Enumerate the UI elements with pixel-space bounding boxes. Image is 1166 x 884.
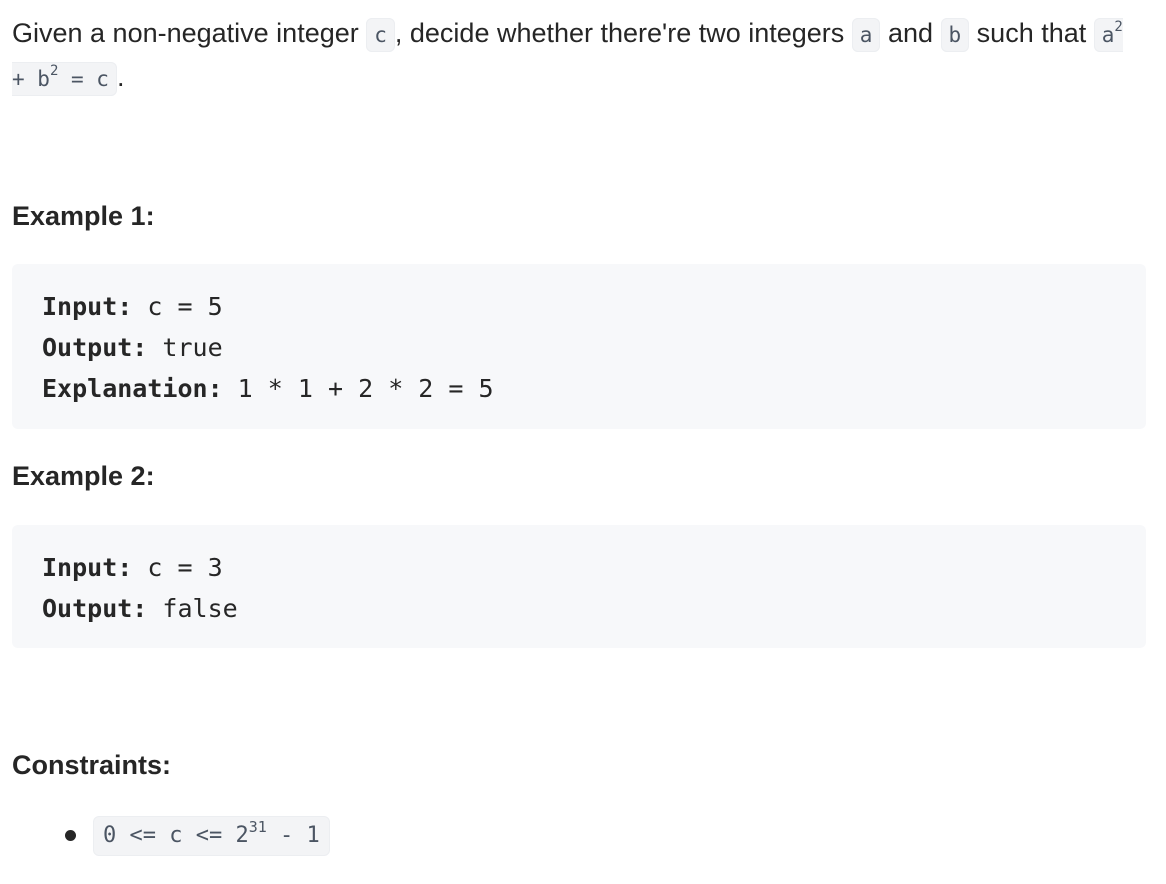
example-1-input-line: Input: c = 5 bbox=[42, 286, 1116, 327]
constraint-suffix: - 1 bbox=[266, 823, 320, 848]
example-1-explanation-line: Explanation: 1 * 1 + 2 * 2 = 5 bbox=[42, 368, 1116, 409]
example-2-block: Input: c = 3 Output: false bbox=[12, 525, 1146, 648]
example-1-block: Input: c = 5 Output: true Explanation: 1… bbox=[12, 264, 1146, 429]
equation-a-exponent: 2 bbox=[1114, 19, 1123, 35]
bullet-icon bbox=[65, 830, 76, 841]
constraints-list: 0 <= c <= 231 - 1 bbox=[12, 816, 1146, 856]
output-value: true bbox=[147, 333, 223, 362]
input-value: c = 5 bbox=[132, 292, 223, 321]
statement-text: . bbox=[116, 62, 125, 92]
explanation-value: 1 * 1 + 2 * 2 = 5 bbox=[222, 374, 494, 403]
output-label: Output: bbox=[42, 594, 148, 623]
constraints-heading: Constraints: bbox=[12, 750, 172, 780]
example-2-output-line: Output: false bbox=[42, 588, 1116, 629]
example-2-input-line: Input: c = 3 bbox=[42, 547, 1116, 588]
constraint-code: 0 <= c <= 231 - 1 bbox=[93, 816, 330, 856]
statement-text: such that bbox=[969, 18, 1094, 48]
statement-text: and bbox=[880, 18, 941, 48]
inline-code-a: a bbox=[851, 18, 881, 52]
explanation-label: Explanation: bbox=[42, 374, 223, 403]
input-label: Input: bbox=[42, 553, 133, 582]
output-label: Output: bbox=[42, 333, 148, 362]
input-value: c = 3 bbox=[132, 553, 223, 582]
statement-text: Given a non-negative integer bbox=[12, 18, 367, 48]
example-1-heading: Example 1: bbox=[12, 201, 155, 231]
output-value: false bbox=[147, 594, 238, 623]
inline-code-b: b bbox=[940, 18, 970, 52]
equation-plus-b: + b bbox=[12, 67, 50, 91]
example-1-output-line: Output: true bbox=[42, 327, 1116, 368]
statement-text: , decide whether there're two integers bbox=[394, 18, 852, 48]
inline-code-c: c bbox=[366, 18, 395, 52]
problem-statement: Given a non-negative integer c, decide w… bbox=[12, 12, 1146, 100]
constraint-exponent: 31 bbox=[248, 818, 267, 836]
constraint-prefix: 0 <= c <= 2 bbox=[103, 823, 249, 848]
equation-rest: = c bbox=[58, 67, 109, 91]
input-label: Input: bbox=[42, 292, 133, 321]
equation-a: a bbox=[1101, 23, 1115, 47]
example-2-heading: Example 2: bbox=[12, 461, 155, 491]
